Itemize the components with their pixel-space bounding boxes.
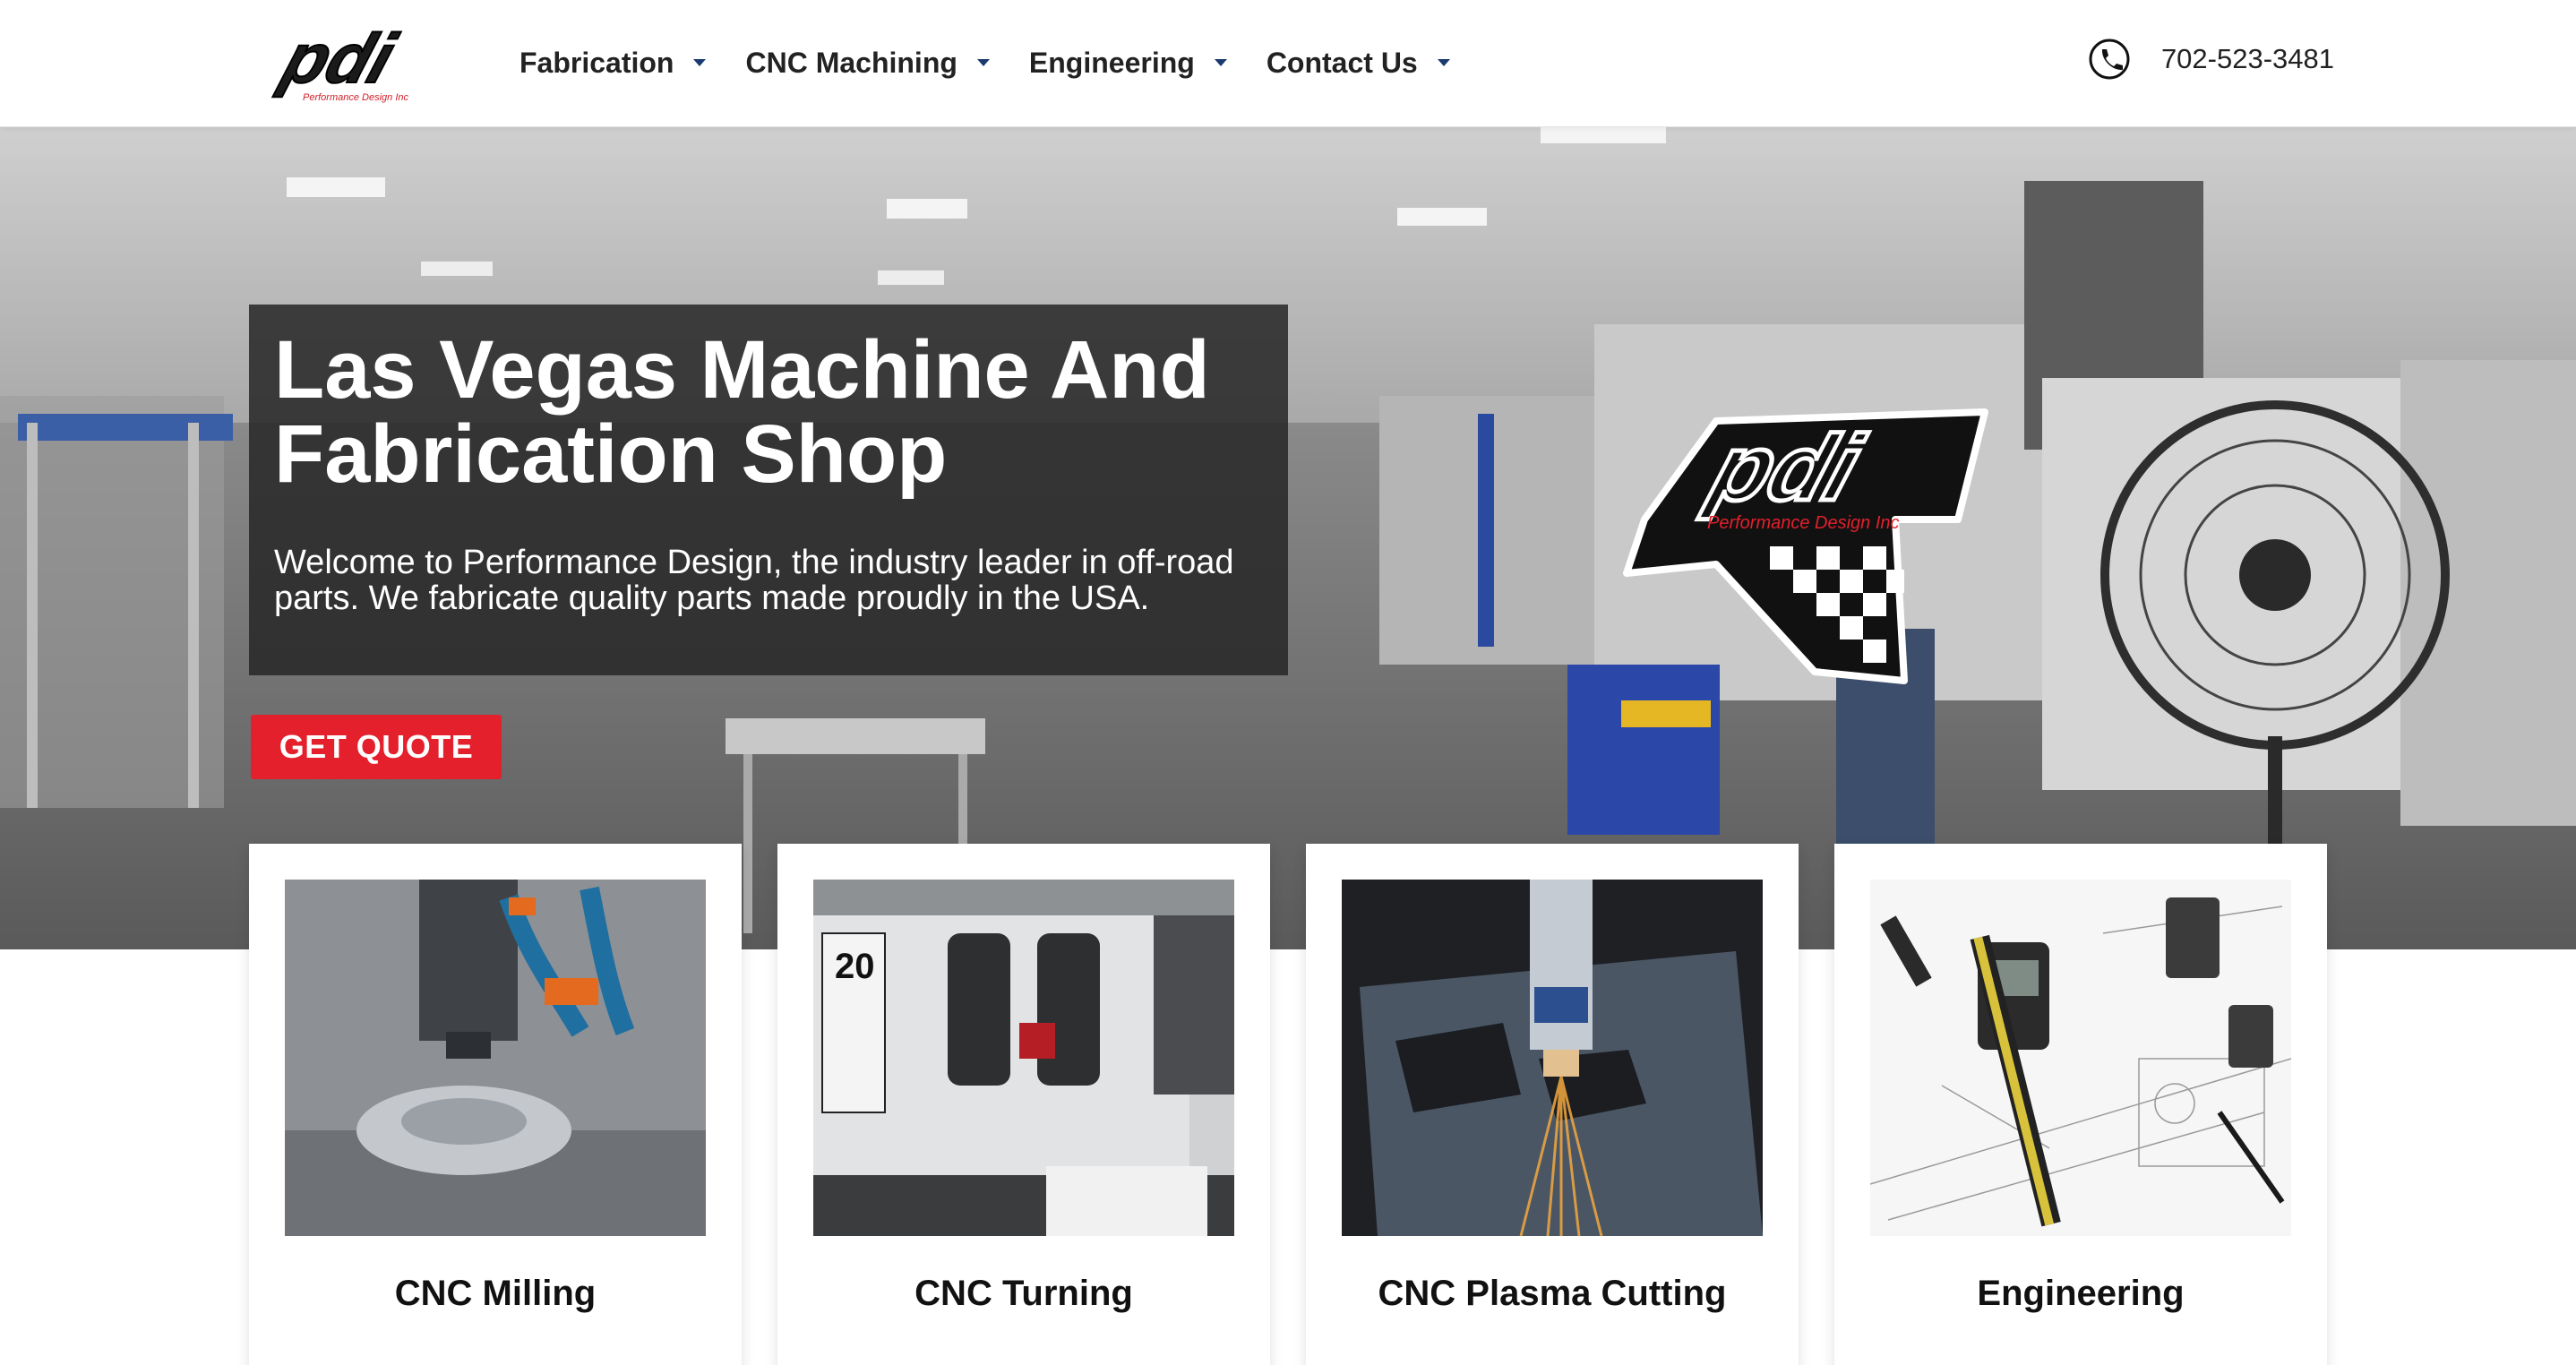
svg-text:20: 20 xyxy=(835,947,875,986)
site-header: pdi Performance Design Inc Fabrication C… xyxy=(0,0,2576,127)
nav-label: Contact Us xyxy=(1266,46,1418,79)
phone-link[interactable]: 702-523-3481 xyxy=(2088,34,2334,84)
chevron-down-icon xyxy=(693,59,707,66)
get-quote-button[interactable]: GET QUOTE xyxy=(251,715,502,779)
nav-fabrication[interactable]: Fabrication xyxy=(519,46,707,80)
chevron-down-icon xyxy=(1214,59,1227,66)
cnc-turning-image: 20 xyxy=(813,880,1234,1236)
service-title: CNC Turning xyxy=(914,1274,1133,1313)
service-title: CNC Milling xyxy=(394,1274,597,1313)
nav-label: CNC Machining xyxy=(745,46,957,79)
engineering-image xyxy=(1870,880,2291,1236)
service-card-cnc-plasma-cutting[interactable]: CNC Plasma Cutting xyxy=(1306,844,1799,1365)
pdi-logo[interactable]: pdi Performance Design Inc xyxy=(269,20,466,106)
hero-section: pdi Performance Design Inc xyxy=(0,127,2576,949)
nav-cnc-machining[interactable]: CNC Machining xyxy=(745,46,990,80)
service-card-cnc-milling[interactable]: CNC Milling xyxy=(249,844,742,1365)
svg-text:Performance Design Inc: Performance Design Inc xyxy=(303,92,408,103)
cnc-plasma-cutting-image xyxy=(1342,880,1763,1236)
main-nav: Fabrication CNC Machining Engineering Co… xyxy=(519,39,1490,86)
pdi-checkered-logo: pdi Performance Design Inc xyxy=(1623,408,1988,684)
nav-label: Fabrication xyxy=(519,46,674,79)
phone-number: 702-523-3481 xyxy=(2160,43,2334,74)
nav-contact-us[interactable]: Contact Us xyxy=(1267,47,1450,80)
service-card-cnc-turning[interactable]: 20 CNC Turning xyxy=(777,844,1270,1365)
hero-description: Welcome to Performance Design, the indus… xyxy=(274,544,1234,617)
service-title: CNC Plasma Cutting xyxy=(1378,1274,1727,1313)
service-title: Engineering xyxy=(1977,1274,2185,1313)
phone-icon xyxy=(2089,39,2130,80)
nav-label: Engineering xyxy=(1028,46,1195,79)
svg-text:Performance Design Inc: Performance Design Inc xyxy=(1707,513,1900,533)
services-cards: CNC Milling 20 CNC Turning CNC Plasma Cu… xyxy=(249,844,2327,1365)
nav-engineering[interactable]: Engineering xyxy=(1029,47,1227,80)
cnc-milling-image xyxy=(285,880,706,1236)
svg-text:pdi: pdi xyxy=(272,20,406,98)
chevron-down-icon xyxy=(976,59,990,66)
service-card-engineering[interactable]: Engineering xyxy=(1834,844,2327,1365)
hero-title: Las Vegas Machine And Fabrication Shop xyxy=(274,324,1210,500)
chevron-down-icon xyxy=(1437,59,1450,66)
